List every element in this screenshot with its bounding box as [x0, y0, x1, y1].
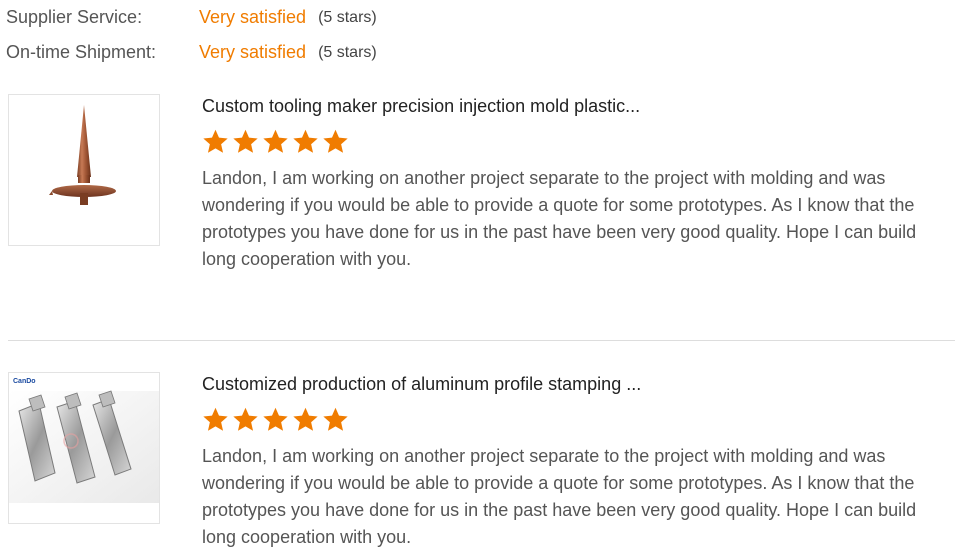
star-rating — [202, 128, 952, 158]
star-icon — [293, 129, 318, 153]
on-time-shipment-rating: On-time Shipment: Very satisfied (5 star… — [6, 35, 377, 70]
review-body: Customized production of aluminum profil… — [202, 372, 952, 551]
review-divider — [8, 340, 955, 341]
aluminum-profile-image: CanDo — [9, 378, 159, 503]
rating-stars-count: (5 stars) — [318, 8, 377, 26]
rating-summary: Supplier Service: Very satisfied (5 star… — [6, 0, 377, 70]
supplier-service-rating: Supplier Service: Very satisfied (5 star… — [6, 0, 377, 35]
copper-pin-image — [49, 105, 116, 205]
product-thumbnail[interactable]: CanDo — [8, 372, 160, 524]
product-title-link[interactable]: Custom tooling maker precision injection… — [202, 94, 952, 118]
rating-stars-count: (5 stars) — [318, 43, 377, 61]
review-text: Landon, I am working on another project … — [202, 446, 917, 547]
review-body: Custom tooling maker precision injection… — [202, 94, 952, 273]
rating-value: Very satisfied — [199, 7, 307, 27]
star-icon — [233, 407, 258, 431]
star-rating — [202, 406, 952, 436]
star-icon — [263, 129, 288, 153]
brand-logo-text: CanDo — [13, 378, 36, 385]
product-title-link[interactable]: Customized production of aluminum profil… — [202, 372, 952, 396]
review-text: Landon, I am working on another project … — [202, 168, 917, 269]
star-icon — [263, 407, 288, 431]
rating-label: Supplier Service: — [6, 7, 143, 27]
star-icon — [203, 129, 228, 153]
star-icon — [203, 407, 228, 431]
star-icon — [323, 129, 348, 153]
star-icon — [323, 407, 348, 431]
rating-label: On-time Shipment: — [6, 42, 157, 62]
rating-value: Very satisfied — [199, 42, 307, 62]
product-thumbnail[interactable] — [8, 94, 160, 246]
star-icon — [293, 407, 318, 431]
star-icon — [233, 129, 258, 153]
review-item: Custom tooling maker precision injection… — [8, 94, 955, 269]
review-item: CanDo Customized production of aluminum … — [8, 372, 955, 547]
